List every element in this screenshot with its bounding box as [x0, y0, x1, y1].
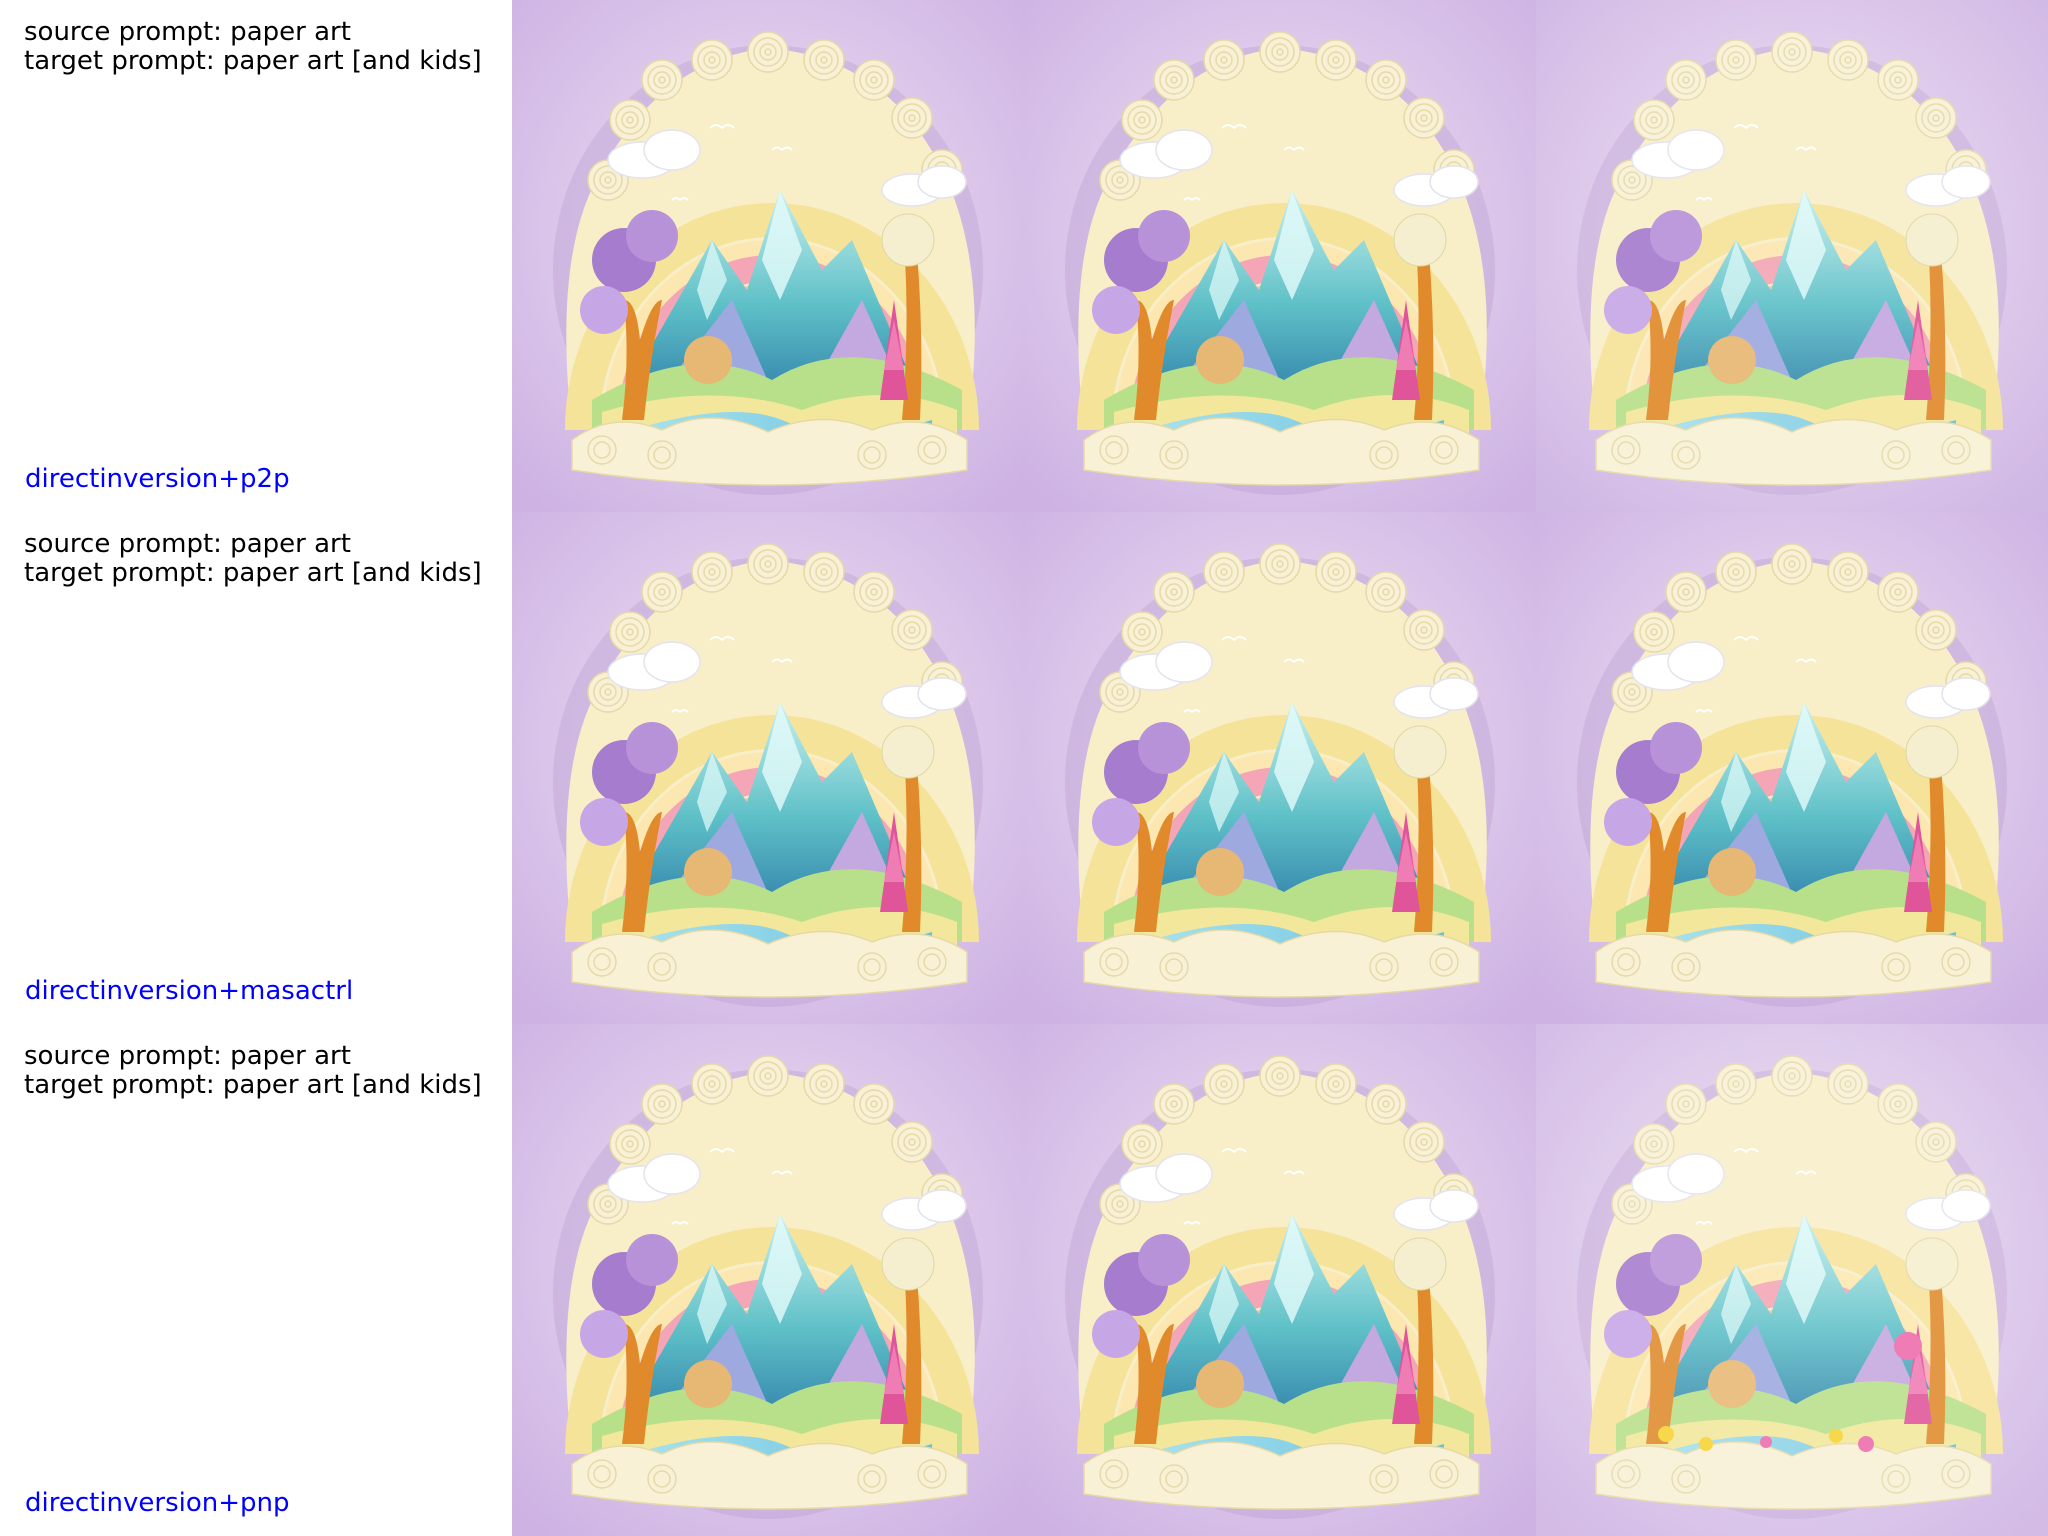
method-label: directinversion+pnp	[25, 1488, 290, 1518]
edited-image	[1536, 0, 2048, 512]
edited-image	[1536, 512, 2048, 1024]
row-caption: source prompt: paper art target prompt: …	[0, 512, 512, 1024]
row-caption: source prompt: paper art target prompt: …	[0, 0, 512, 512]
result-row-p2p: source prompt: paper art target prompt: …	[0, 0, 2048, 512]
target-prompt: target prompt: paper art [and kids]	[24, 1070, 482, 1100]
original-image	[512, 0, 1024, 512]
row-caption: source prompt: paper art target prompt: …	[0, 1024, 512, 1536]
original-image	[512, 512, 1024, 1024]
original-image	[512, 1024, 1024, 1536]
result-row-masactrl: source prompt: paper art target prompt: …	[0, 512, 2048, 1024]
reconstruction-image	[1024, 0, 1536, 512]
edited-image	[1536, 1024, 2048, 1536]
reconstruction-image	[1024, 1024, 1536, 1536]
target-prompt: target prompt: paper art [and kids]	[24, 46, 482, 76]
source-prompt: source prompt: paper art	[24, 17, 351, 47]
result-row-pnp: source prompt: paper art target prompt: …	[0, 1024, 2048, 1536]
reconstruction-image	[1024, 512, 1536, 1024]
method-label: directinversion+masactrl	[25, 976, 354, 1006]
method-label: directinversion+p2p	[25, 464, 290, 494]
target-prompt: target prompt: paper art [and kids]	[24, 558, 482, 588]
source-prompt: source prompt: paper art	[24, 529, 351, 559]
source-prompt: source prompt: paper art	[24, 1041, 351, 1071]
